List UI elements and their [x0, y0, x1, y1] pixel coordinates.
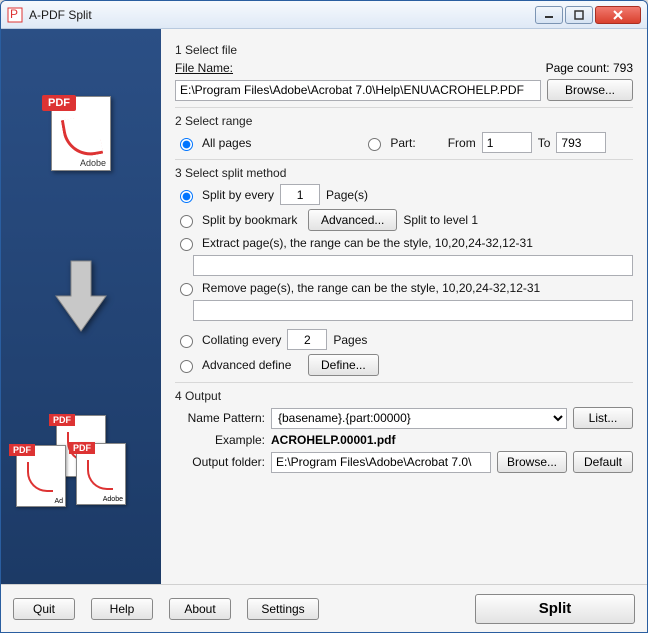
to-label: To	[538, 136, 551, 150]
from-label: From	[448, 136, 476, 150]
part-radio[interactable]	[368, 138, 381, 151]
remove-pages-input[interactable]	[193, 300, 633, 321]
example-value: ACROHELP.00001.pdf	[271, 433, 395, 447]
define-button[interactable]: Define...	[308, 354, 379, 376]
output-folder-label: Output folder:	[175, 455, 265, 469]
file-name-input[interactable]	[175, 80, 541, 101]
extract-pages-radio[interactable]	[180, 238, 193, 251]
all-pages-radio[interactable]	[180, 138, 193, 151]
window-controls	[535, 6, 641, 24]
bottom-bar: Quit Help About Settings Split	[1, 584, 647, 632]
main-panel: 1 Select file File Name: Page count: 793…	[161, 29, 647, 584]
remove-pages-label: Remove page(s), the range can be the sty…	[202, 281, 540, 295]
svg-text:P: P	[10, 7, 18, 21]
name-pattern-combo[interactable]: {basename}.{part:00000}	[271, 408, 567, 429]
close-button[interactable]	[595, 6, 641, 24]
example-label: Example:	[175, 433, 265, 447]
section-2-heading: 2 Select range	[175, 114, 633, 128]
window-title: A-PDF Split	[29, 8, 535, 22]
name-pattern-label: Name Pattern:	[175, 411, 265, 425]
minimize-button[interactable]	[535, 6, 563, 24]
remove-pages-radio[interactable]	[180, 283, 193, 296]
pdf-source-icon: PDF Adobe	[41, 88, 121, 178]
settings-button[interactable]: Settings	[247, 598, 319, 620]
help-button[interactable]: Help	[91, 598, 153, 620]
sidebar: PDF Adobe PDFAd PDFAd PDFAdobe	[1, 29, 161, 584]
split-by-every-radio[interactable]	[180, 190, 193, 203]
to-input[interactable]	[556, 132, 606, 153]
app-icon: P	[7, 7, 23, 23]
extract-pages-input[interactable]	[193, 255, 633, 276]
extract-pages-label: Extract page(s), the range can be the st…	[202, 236, 533, 250]
collating-label: Collating every	[202, 333, 281, 347]
quit-button[interactable]: Quit	[13, 598, 75, 620]
collating-suffix-label: Pages	[333, 333, 367, 347]
part-label: Part:	[390, 136, 415, 150]
advanced-bookmark-button[interactable]: Advanced...	[308, 209, 397, 231]
browse-output-button[interactable]: Browse...	[497, 451, 567, 473]
split-by-every-input[interactable]	[280, 184, 320, 205]
output-folder-input[interactable]	[271, 452, 491, 473]
list-button[interactable]: List...	[573, 407, 633, 429]
pdf-output-stack-icon: PDFAd PDFAd PDFAdobe	[16, 415, 146, 525]
titlebar: P A-PDF Split	[1, 1, 647, 29]
section-1-heading: 1 Select file	[175, 43, 633, 57]
section-3-heading: 3 Select split method	[175, 166, 633, 180]
split-by-bookmark-radio[interactable]	[180, 215, 193, 228]
page-count-label: Page count:	[546, 61, 610, 75]
section-4-heading: 4 Output	[175, 389, 633, 403]
maximize-button[interactable]	[565, 6, 593, 24]
split-button[interactable]: Split	[475, 594, 635, 624]
split-by-every-label: Split by every	[202, 188, 274, 202]
file-name-label: File Name:	[175, 61, 233, 75]
collating-input[interactable]	[287, 329, 327, 350]
browse-file-button[interactable]: Browse...	[547, 79, 633, 101]
advanced-define-radio[interactable]	[180, 360, 193, 373]
page-count-value: 793	[613, 61, 633, 75]
arrow-down-icon	[51, 256, 111, 336]
split-to-level-label: Split to level 1	[403, 213, 478, 227]
collating-radio[interactable]	[180, 335, 193, 348]
split-by-bookmark-label: Split by bookmark	[202, 213, 302, 227]
advanced-define-label: Advanced define	[202, 358, 302, 372]
pages-suffix-label: Page(s)	[326, 188, 368, 202]
app-window: P A-PDF Split PDF Adobe PDFAd PDFAd	[0, 0, 648, 633]
all-pages-label: All pages	[202, 136, 251, 150]
default-button[interactable]: Default	[573, 451, 633, 473]
about-button[interactable]: About	[169, 598, 231, 620]
from-input[interactable]	[482, 132, 532, 153]
